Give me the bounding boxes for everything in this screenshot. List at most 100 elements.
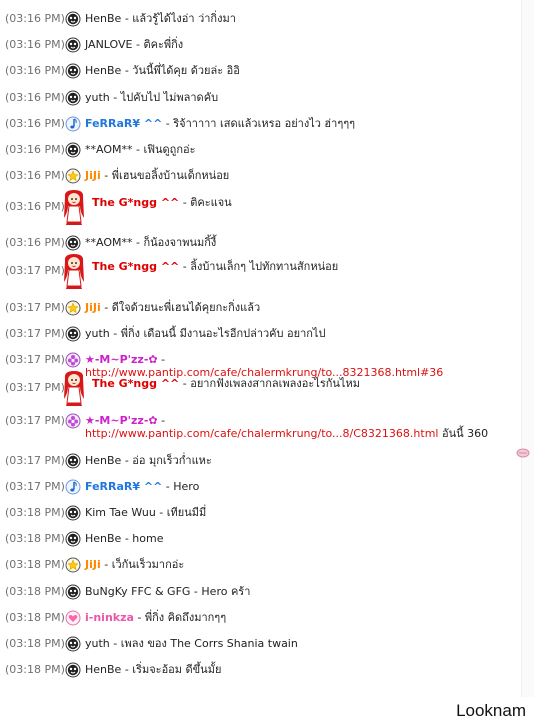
chat-message-row: (03:17 PM) ★-M~P'zz-✿ - http://www.pantip… bbox=[0, 412, 520, 440]
message-text: - อ่อ มุกเร็วก่ำแหะ bbox=[121, 454, 212, 467]
ghost-icon bbox=[65, 662, 81, 678]
message-timestamp: (03:16 PM) bbox=[5, 143, 65, 156]
sender-nickname[interactable]: Kim Tae Wuu bbox=[85, 506, 156, 519]
message-text: - พี่กิ่ง คิดถึงมากๆๆ bbox=[133, 611, 227, 624]
message-text-after-link: อันนี้ 360 bbox=[438, 427, 489, 440]
sender-nickname[interactable]: i-ninkza bbox=[85, 611, 134, 624]
sender-nickname[interactable]: **AOM** bbox=[85, 143, 132, 156]
sender-nickname[interactable]: The G*ngg ^^ bbox=[92, 260, 179, 273]
star-icon bbox=[65, 557, 81, 573]
sender-nickname[interactable]: JiJi bbox=[85, 169, 101, 182]
star-icon bbox=[65, 300, 81, 316]
message-body: FeRRaR¥ ^^ - Hero bbox=[85, 480, 520, 493]
chat-message-row: (03:16 PM) HenBe - วันนี้พี่ได้คุย ด้วยล่… bbox=[0, 62, 520, 82]
message-body: JiJi - เว็กันเร็วมากอ่ะ bbox=[85, 558, 520, 571]
message-text: - เริ่มจะอ้อม ดีขึ้นมั้ย bbox=[121, 663, 222, 676]
message-text: - วันนี้พี่ได้คุย ด้วยล่ะ อิอิ bbox=[121, 64, 240, 77]
sender-nickname[interactable]: yuth bbox=[85, 327, 110, 340]
message-text: - ไปคับไป ไม่พลาดคับ bbox=[109, 91, 219, 104]
message-body: HenBe - เริ่มจะอ้อม ดีขึ้นมั้ย bbox=[85, 663, 520, 676]
sender-nickname[interactable]: FeRRaR¥ ^^ bbox=[85, 480, 162, 493]
sender-nickname[interactable]: JiJi bbox=[85, 558, 101, 571]
sender-nickname[interactable]: HenBe bbox=[85, 12, 121, 25]
sender-nickname[interactable]: ★-M~P'zz-✿ bbox=[85, 353, 158, 366]
message-timestamp: (03:16 PM) bbox=[5, 236, 65, 249]
sender-nickname[interactable]: BuNgKy FFC & GFG bbox=[85, 585, 190, 598]
message-text: - แล้วรู้ได้ไงอ่า ว่ากิ่งมา bbox=[121, 12, 236, 25]
sender-nickname[interactable]: JiJi bbox=[85, 301, 101, 314]
message-body: The G*ngg ^^ - ลิ้งบ้านเล็กๆ ไปทักทานสัก… bbox=[92, 260, 527, 273]
message-body: HenBe - อ่อ มุกเร็วก่ำแหะ bbox=[85, 454, 520, 467]
message-timestamp: (03:17 PM) bbox=[5, 301, 65, 314]
message-timestamp: (03:18 PM) bbox=[5, 558, 65, 571]
message-body: HenBe - วันนี้พี่ได้คุย ด้วยล่ะ อิอิ bbox=[85, 64, 520, 77]
chat-message-row: (03:16 PM) **AOM** - เฟินดูถูกอ่ะ bbox=[0, 141, 520, 161]
ghost-icon bbox=[65, 326, 81, 342]
red-hair-girl-avatar-icon bbox=[62, 369, 86, 407]
sender-nickname[interactable]: HenBe bbox=[85, 532, 121, 545]
message-text: - bbox=[157, 353, 166, 366]
scrollbar-track[interactable] bbox=[521, 0, 534, 697]
message-text: - อยากฟังเพลงสากลเพลงอะไรกันไหม bbox=[179, 377, 360, 390]
sender-nickname[interactable]: HenBe bbox=[85, 663, 121, 676]
chat-message-row: (03:17 PM) The G*ngg ^^ - ลิ้งบ้านเล็กๆ ไ… bbox=[0, 252, 520, 292]
message-timestamp: (03:18 PM) bbox=[5, 663, 65, 676]
message-timestamp: (03:17 PM) bbox=[5, 480, 65, 493]
ghost-icon bbox=[65, 142, 81, 158]
chat-message-row: (03:17 PM) FeRRaR¥ ^^ - Hero bbox=[0, 478, 520, 498]
chat-message-row: (03:16 PM) FeRRaR¥ ^^ - ริจ้าาาาา เสดแล้ว… bbox=[0, 115, 520, 135]
message-text: - พี่เฮนขอลิ้งบ้านเด็กหน่อย bbox=[100, 169, 230, 182]
message-body: yuth - ไปคับไป ไม่พลาดคับ bbox=[85, 91, 520, 104]
pink-candy-icon bbox=[516, 447, 530, 462]
message-text: - ติคะแจน bbox=[179, 196, 232, 209]
star-icon bbox=[65, 168, 81, 184]
message-body: The G*ngg ^^ - ติคะแจน bbox=[92, 196, 527, 209]
message-body: Kim Tae Wuu - เทียนมีมี่ bbox=[85, 506, 520, 519]
ghost-icon bbox=[65, 505, 81, 521]
message-body: JiJi - พี่เฮนขอลิ้งบ้านเด็กหน่อย bbox=[85, 169, 520, 182]
message-link[interactable]: http://www.pantip.com/cafe/chalermkrung/… bbox=[85, 427, 438, 440]
ghost-icon bbox=[65, 636, 81, 652]
message-text: - เฟินดูถูกอ่ะ bbox=[132, 143, 196, 156]
sender-nickname[interactable]: HenBe bbox=[85, 454, 121, 467]
message-timestamp: (03:17 PM) bbox=[5, 353, 65, 366]
message-text: - พี่กิ่ง เดือนนี้ มีงานอะไรอีกปล่าวคับ … bbox=[109, 327, 326, 340]
chat-message-row: (03:16 PM) JANLOVE - ติคะพี่กิ่ง bbox=[0, 36, 520, 56]
message-timestamp: (03:17 PM) bbox=[5, 381, 65, 394]
message-timestamp: (03:18 PM) bbox=[5, 585, 65, 598]
message-text: - ริจ้าาาาา เสดแล้วเหรอ อย่างไว ฮ่าๆๆๆ bbox=[162, 117, 356, 130]
sender-nickname[interactable]: yuth bbox=[85, 637, 110, 650]
message-text: - Hero คร้า bbox=[190, 585, 251, 598]
sender-nickname[interactable]: JANLOVE bbox=[85, 38, 132, 51]
message-body: yuth - พี่กิ่ง เดือนนี้ มีงานอะไรอีกปล่า… bbox=[85, 327, 520, 340]
message-body: yuth - เพลง ของ The Corrs Shania twain bbox=[85, 637, 520, 650]
chat-message-row: (03:17 PM) The G*ngg ^^ - อยากฟังเพลงสากล… bbox=[0, 369, 520, 409]
sender-nickname[interactable]: FeRRaR¥ ^^ bbox=[85, 117, 162, 130]
sender-nickname[interactable]: The G*ngg ^^ bbox=[92, 377, 179, 390]
message-timestamp: (03:18 PM) bbox=[5, 637, 65, 650]
message-text: - เว็กันเร็วมากอ่ะ bbox=[100, 558, 185, 571]
pink-heart-icon bbox=[65, 610, 81, 626]
message-body: FeRRaR¥ ^^ - ริจ้าาาาา เสดแล้วเหรอ อย่าง… bbox=[85, 117, 520, 130]
chat-message-row: (03:18 PM) i-ninkza - พี่กิ่ง คิดถึงมากๆๆ bbox=[0, 609, 520, 629]
message-text: - ก็น้องจาพนมกิ้งี้ bbox=[132, 236, 217, 249]
sender-nickname[interactable]: The G*ngg ^^ bbox=[92, 196, 179, 209]
sender-nickname[interactable]: ★-M~P'zz-✿ bbox=[85, 414, 158, 427]
sender-nickname[interactable]: **AOM** bbox=[85, 236, 132, 249]
ghost-icon bbox=[65, 37, 81, 53]
chat-message-row: (03:17 PM) yuth - พี่กิ่ง เดือนนี้ มีงานอ… bbox=[0, 325, 520, 345]
message-timestamp: (03:18 PM) bbox=[5, 611, 65, 624]
sender-nickname[interactable]: HenBe bbox=[85, 64, 121, 77]
message-text: - home bbox=[121, 532, 164, 545]
message-text: - ดีใจด้วยนะพี่เฮนได้คุยกะกิ่งแล้ว bbox=[100, 301, 261, 314]
message-timestamp: (03:17 PM) bbox=[5, 454, 65, 467]
message-timestamp: (03:16 PM) bbox=[5, 200, 65, 213]
message-body: The G*ngg ^^ - อยากฟังเพลงสากลเพลงอะไรกั… bbox=[92, 377, 527, 390]
ghost-icon bbox=[65, 531, 81, 547]
message-body: **AOM** - ก็น้องจาพนมกิ้งี้ bbox=[85, 236, 520, 249]
chat-message-row: (03:18 PM) BuNgKy FFC & GFG - Hero คร้า bbox=[0, 583, 520, 603]
chat-message-row: (03:18 PM) HenBe - เริ่มจะอ้อม ดีขึ้นมั้ย bbox=[0, 661, 520, 681]
chat-message-row: (03:18 PM) JiJi - เว็กันเร็วมากอ่ะ bbox=[0, 556, 520, 576]
message-body: JANLOVE - ติคะพี่กิ่ง bbox=[85, 38, 520, 51]
sender-nickname[interactable]: yuth bbox=[85, 91, 110, 104]
